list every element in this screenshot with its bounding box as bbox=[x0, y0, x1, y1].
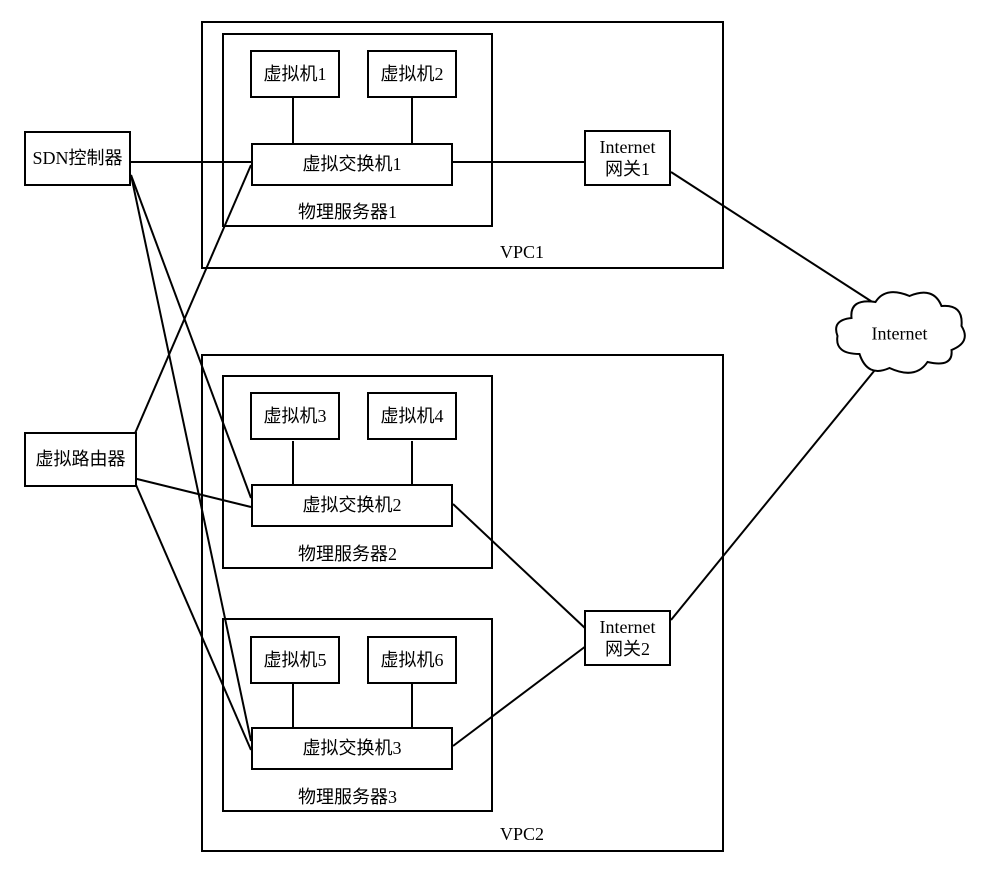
vswitch1-node: 虚拟交换机1 bbox=[251, 143, 453, 186]
internet-gateway-2-node: Internet 网关2 bbox=[584, 610, 671, 666]
vswitch2-node: 虚拟交换机2 bbox=[251, 484, 453, 527]
physical-server-1-label: 物理服务器1 bbox=[298, 198, 397, 224]
vm2-node: 虚拟机2 bbox=[367, 50, 457, 98]
internet-gateway-1-node: Internet 网关1 bbox=[584, 130, 671, 186]
physical-server-3-label: 物理服务器3 bbox=[298, 783, 397, 809]
physical-server-2-label: 物理服务器2 bbox=[298, 540, 397, 566]
vswitch3-node: 虚拟交换机3 bbox=[251, 727, 453, 770]
vm3-node: 虚拟机3 bbox=[250, 392, 340, 440]
internet-cloud: Internet bbox=[829, 284, 970, 384]
vm6-node: 虚拟机6 bbox=[367, 636, 457, 684]
vpc1-label: VPC1 bbox=[500, 242, 544, 263]
vm4-node: 虚拟机4 bbox=[367, 392, 457, 440]
vm5-node: 虚拟机5 bbox=[250, 636, 340, 684]
sdn-controller-node: SDN控制器 bbox=[24, 131, 131, 186]
vpc2-label: VPC2 bbox=[500, 824, 544, 845]
internet-label: Internet bbox=[829, 324, 970, 345]
virtual-router-node: 虚拟路由器 bbox=[24, 432, 137, 487]
vm1-node: 虚拟机1 bbox=[250, 50, 340, 98]
